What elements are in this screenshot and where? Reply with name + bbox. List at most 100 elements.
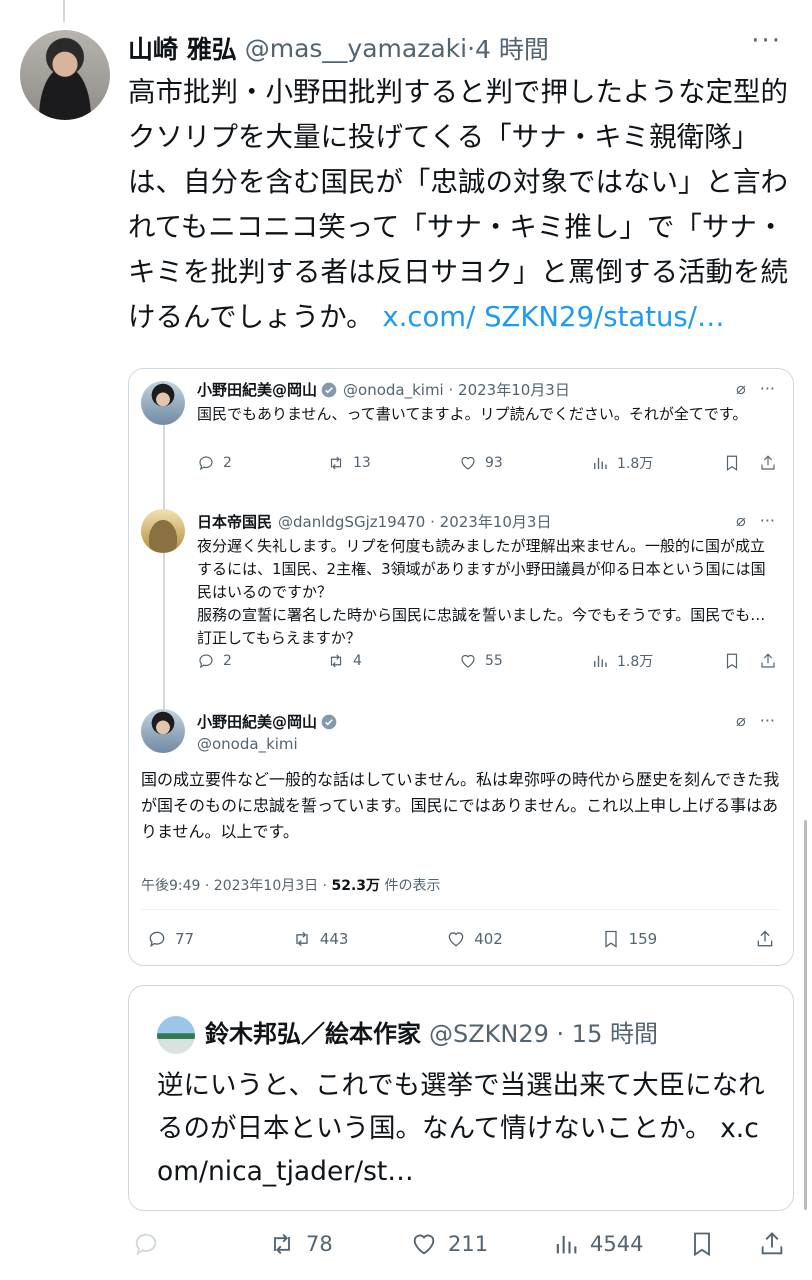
bookmark-button[interactable] [723, 652, 741, 670]
tweet-body: 高市批判・小野田批判すると判で押したような定型的クソリプを大量に投げてくる「サナ… [128, 76, 788, 333]
reply-button[interactable]: 2 [197, 652, 232, 670]
share-button[interactable] [755, 929, 775, 949]
bookmark-button[interactable] [688, 1230, 716, 1258]
views-button[interactable]: 4544 [552, 1230, 643, 1258]
quote-c-tools: ⌀ ··· [736, 711, 775, 730]
share-button[interactable] [759, 652, 777, 670]
retweet-button[interactable]: 78 [268, 1230, 333, 1258]
views-button[interactable]: 1.8万 [591, 453, 653, 473]
onoda-avatar[interactable] [141, 709, 185, 753]
quote2-body: 逆にいうと、これでも選挙で当選出来て大臣になれるのが日本という国。なんて情けない… [157, 1070, 765, 1144]
quote-b-header: 日本帝国民 @danldgSGjz19470 · 2023年10月3日 [197, 511, 551, 532]
bookmark-icon [604, 930, 617, 948]
quoted-tweet-card[interactable]: 鈴木邦弘／絵本作家 @SZKN29 · 15 時間 逆にいうと、これでも選挙で当選… [128, 985, 794, 1211]
quote2-handle-time[interactable]: @SZKN29 · 15 時間 [429, 1020, 658, 1048]
like-count: 402 [474, 930, 503, 948]
quote-a-name[interactable]: 小野田紀美@岡山 [197, 379, 317, 400]
more-icon[interactable]: ··· [760, 379, 775, 398]
like-count: 55 [485, 653, 503, 669]
quote-b-name[interactable]: 日本帝国民 [197, 511, 272, 532]
retweet-button[interactable]: 13 [327, 454, 371, 472]
author-avatar[interactable] [20, 30, 110, 120]
like-button[interactable]: 93 [459, 454, 503, 472]
grok-icon[interactable]: ⌀ [736, 379, 746, 398]
tweet-link[interactable]: x.com/ SZKN29/status/… [382, 301, 724, 333]
share-button[interactable] [758, 1230, 786, 1258]
quote2-name[interactable]: 鈴木邦弘／絵本作家 [205, 1020, 421, 1048]
quote-b-tools: ⌀ ··· [736, 511, 775, 530]
share-icon [757, 930, 773, 947]
quote-a-text: 国民でもありません、って書いてますよ。リプ読んでください。それが全てです。 [197, 405, 748, 423]
tweet-header: 山崎 雅弘 @mas__yamazaki · 4 時間 ··· [128, 26, 782, 68]
reply-button[interactable]: 77 [147, 929, 194, 949]
tweet-text: 高市批判・小野田批判すると判で押したような定型的クソリプを大量に投げてくる「サナ… [128, 70, 788, 340]
quote-c-name[interactable]: 小野田紀美@岡山 [197, 711, 317, 732]
bookmark-button[interactable]: 159 [601, 929, 658, 949]
scrollbar[interactable] [804, 820, 807, 1210]
reply-icon [135, 1233, 157, 1256]
reply-icon [199, 456, 213, 471]
views-count: 1.8万 [617, 456, 654, 472]
views-count: 4544 [590, 1232, 644, 1256]
quote-c-actions: 77 443 402 159 [147, 929, 775, 949]
retweet-icon [296, 931, 308, 947]
reply-button[interactable]: 2 [197, 454, 232, 472]
view-count: 52.3万 [331, 878, 381, 894]
quote-thread-line [163, 425, 165, 715]
bookmark-icon [726, 653, 738, 669]
quote2-header: 鈴木邦弘／絵本作家 @SZKN29 · 15 時間 [205, 1014, 658, 1049]
quote-a-tools: ⌀ ··· [736, 379, 775, 398]
retweet-icon [274, 1234, 290, 1254]
separator-dot: · [467, 33, 476, 63]
quote-c-handle[interactable]: @onoda_kimi [197, 735, 298, 753]
like-button[interactable]: 402 [446, 929, 503, 949]
verified-badge-icon [321, 382, 337, 397]
retweet-button[interactable]: 443 [292, 929, 349, 949]
share-icon [761, 1232, 783, 1255]
quote-b-handle-date[interactable]: @danldgSGjz19470 · 2023年10月3日 [278, 511, 551, 532]
bookmark-button[interactable] [723, 454, 741, 472]
retweet-count: 4 [353, 653, 362, 669]
quote-a-handle-date[interactable]: @onoda_kimi · 2023年10月3日 [343, 379, 570, 400]
more-icon[interactable]: ··· [760, 711, 775, 730]
view-suffix: 件の表示 [380, 878, 441, 894]
views-icon [594, 457, 607, 469]
grok-icon[interactable]: ⌀ [736, 711, 746, 730]
views-count: 1.8万 [617, 654, 654, 670]
reply-count: 2 [223, 455, 232, 471]
post-time[interactable]: 午後9:49 · 2023年10月3日 · [141, 878, 332, 894]
retweet-count: 13 [353, 455, 371, 471]
heart-icon [461, 456, 475, 470]
more-icon[interactable]: ··· [751, 26, 782, 56]
quoted-thread-card[interactable]: 小野田紀美@岡山 @onoda_kimi · 2023年10月3日 ⌀ ··· 国… [128, 368, 794, 966]
retweet-icon [330, 654, 342, 668]
quote-c-handle-row: @onoda_kimi [197, 735, 298, 753]
suzuki-avatar[interactable] [157, 1016, 195, 1054]
retweet-button[interactable]: 4 [327, 652, 362, 670]
more-icon[interactable]: ··· [760, 511, 775, 530]
like-count: 93 [485, 455, 503, 471]
quote-c-meta: 午後9:49 · 2023年10月3日 · 52.3万 件の表示 [141, 875, 441, 895]
quote-c-name-row: 小野田紀美@岡山 [197, 711, 337, 732]
verified-badge-icon [321, 714, 337, 729]
like-button[interactable]: 211 [410, 1230, 488, 1258]
like-button[interactable]: 55 [459, 652, 503, 670]
views-icon [594, 655, 607, 667]
like-count: 211 [448, 1232, 489, 1256]
share-button[interactable] [759, 454, 777, 472]
grok-icon[interactable]: ⌀ [736, 511, 746, 530]
bookmark-count: 159 [628, 930, 658, 948]
reply-icon [149, 931, 165, 948]
onoda-avatar[interactable] [141, 381, 185, 425]
retweet-count: 443 [319, 930, 349, 948]
tweet-time[interactable]: 4 時間 [475, 30, 549, 66]
heart-icon [461, 654, 475, 668]
share-icon [761, 455, 775, 470]
views-button[interactable]: 1.8万 [591, 651, 653, 671]
nihon-avatar[interactable] [141, 509, 185, 553]
reply-button[interactable] [132, 1230, 160, 1258]
divider [141, 909, 781, 910]
author-name[interactable]: 山崎 雅弘 [128, 30, 237, 66]
retweet-icon [330, 456, 342, 470]
author-handle[interactable]: @mas__yamazaki [245, 34, 467, 63]
